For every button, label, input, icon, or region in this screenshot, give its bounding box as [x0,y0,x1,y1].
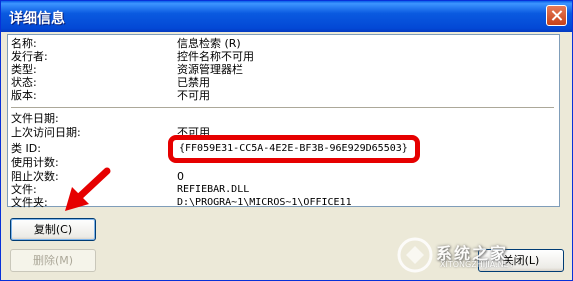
file-value-folder: D:\PROGRA~1\MICROS~1\OFFICE11 [177,197,352,208]
file-label-date: 文件日期: [11,112,59,125]
section-divider [11,107,554,108]
file-label-folder: 文件夹: [11,196,48,209]
file-label-last-access: 上次访问日期: [11,126,81,139]
watermark-subtext: XITONGZHIJIA.NET [440,260,514,269]
arrow-annotation-icon [65,167,111,211]
detail-value-status: 已禁用 [177,76,210,89]
delete-button[interactable]: 删除(M) [10,249,96,272]
detail-label-version: 版本: [11,89,37,102]
file-label-class-id: 类 ID: [11,142,41,155]
file-label-block-count: 阻止次数: [11,170,59,183]
detail-label-name: 名称: [11,37,37,50]
detail-value-version: 不可用 [177,89,210,102]
detail-label-status: 状态: [11,76,37,89]
watermark: 系统之家 XITONGZHIJIA.NET [396,236,566,276]
title-bar[interactable]: 详细信息 [1,1,572,32]
close-icon[interactable] [546,5,567,26]
detail-label-publisher: 发行者: [11,50,48,63]
window-title: 详细信息 [9,11,65,27]
file-label-file: 文件: [11,183,37,196]
file-label-use-count: 使用计数: [11,156,59,169]
details-dialog: 详细信息 名称: 信息检索 (R) 发行者: 控件名称不可用 类型: 资源管理器… [0,0,573,281]
copy-button[interactable]: 复制(C) [10,218,96,241]
detail-value-name: 信息检索 (R) [177,37,241,50]
detail-label-type: 类型: [11,63,37,76]
detail-value-publisher: 控件名称不可用 [177,50,254,63]
detail-value-type: 资源管理器栏 [177,63,243,76]
file-value-class-id[interactable]: {FF059E31-CC5A-4E2E-BF3B-96E929D65503} [179,143,408,155]
file-value-file: REFIEBAR.DLL [177,184,250,195]
file-value-block-count: 0 [177,170,184,183]
watermark-logo-icon [397,237,433,273]
